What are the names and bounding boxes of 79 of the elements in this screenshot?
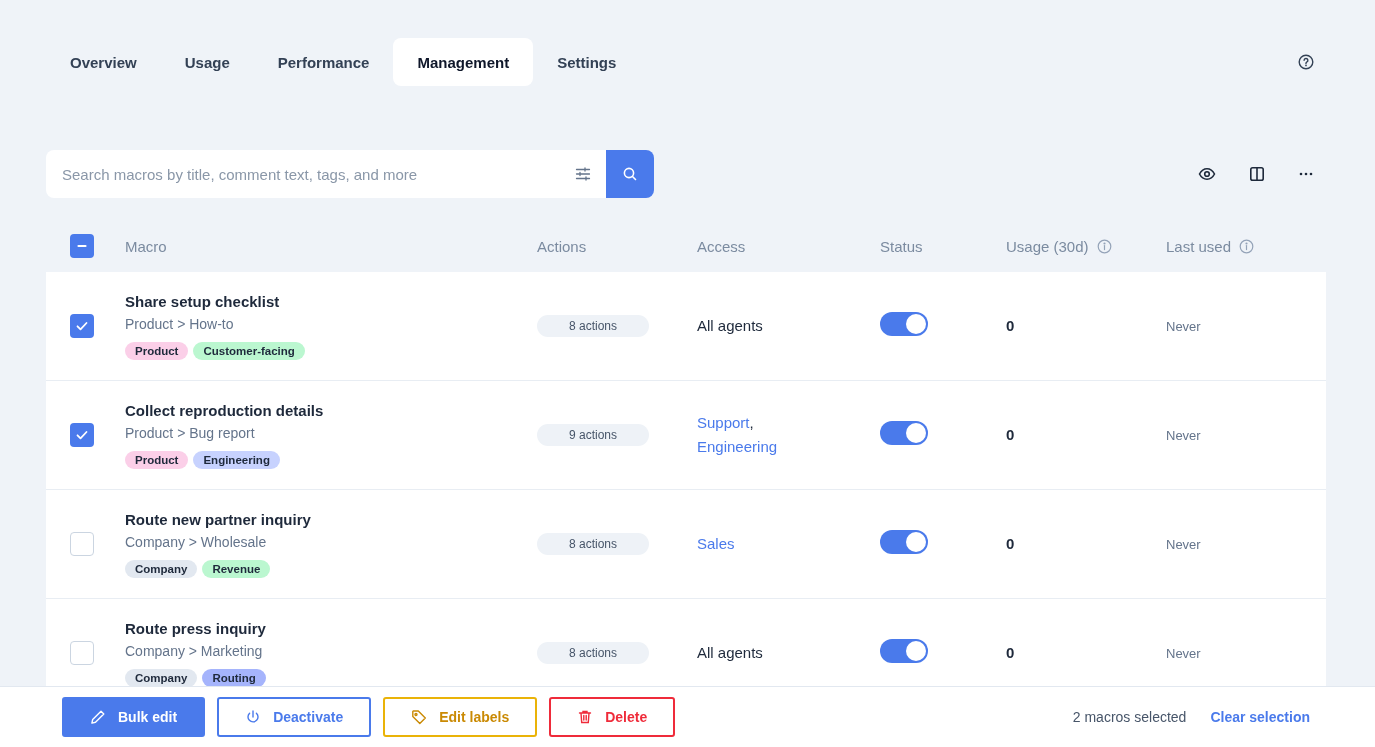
access-link[interactable]: Engineering bbox=[697, 435, 778, 459]
search-button[interactable] bbox=[606, 150, 654, 198]
info-icon[interactable] bbox=[1096, 238, 1112, 254]
macro-title: Route new partner inquiry bbox=[125, 510, 311, 528]
search-input[interactable]: Search macros by title, comment text, tags, and more bbox=[46, 165, 575, 183]
eye-icon[interactable] bbox=[1198, 165, 1216, 183]
macro-category: Company > Marketing bbox=[125, 642, 263, 659]
selection-count: 2 macros selected bbox=[1072, 709, 1187, 725]
tab[interactable]: Overview bbox=[46, 38, 161, 86]
macro-title: Share setup checklist bbox=[125, 292, 280, 310]
pencil-icon bbox=[90, 709, 106, 725]
macro-title: Collect reproduction details bbox=[125, 401, 324, 419]
tag: Product bbox=[125, 341, 189, 360]
tab[interactable]: Usage bbox=[160, 38, 254, 86]
row-checkbox[interactable] bbox=[70, 641, 94, 665]
tag: Engineering bbox=[193, 450, 280, 469]
column-header: Macro bbox=[125, 237, 167, 255]
search-field[interactable]: Search macros by title, comment text, tags, and more bbox=[46, 150, 606, 198]
table-row[interactable]: Route new partner inquiry Company > Wholesale Company Revenue 8 actions Sales 0 Never bbox=[46, 490, 1326, 599]
actions-count: 9 actions bbox=[537, 424, 649, 446]
bulk-action-button[interactable]: Delete bbox=[549, 697, 676, 737]
search-icon bbox=[623, 167, 637, 181]
column-header: Status bbox=[880, 237, 923, 255]
trash-icon bbox=[577, 709, 594, 725]
status-toggle[interactable] bbox=[880, 312, 928, 336]
info-icon[interactable] bbox=[1239, 238, 1255, 254]
macro-title: Route press inquiry bbox=[125, 619, 266, 637]
column-header: Last used bbox=[1166, 237, 1232, 255]
last-used: Never bbox=[1166, 428, 1201, 443]
select-all-checkbox[interactable] bbox=[70, 234, 94, 258]
bulk-action-button[interactable]: Deactivate bbox=[217, 697, 372, 737]
macro-category: Product > How-to bbox=[125, 315, 234, 332]
tab[interactable]: Performance bbox=[253, 38, 394, 86]
table-row[interactable]: Collect reproduction details Product > Bug report Product Engineering 9 actions Support, Engineering 0 Never bbox=[46, 381, 1326, 490]
last-used: Never bbox=[1166, 646, 1201, 661]
access-text: All agents bbox=[697, 316, 763, 336]
clear-selection-link[interactable]: Clear selection bbox=[1210, 709, 1310, 725]
column-header: Access bbox=[697, 237, 746, 255]
last-used: Never bbox=[1166, 537, 1201, 552]
access-link[interactable]: Support bbox=[697, 411, 750, 435]
last-used: Never bbox=[1166, 319, 1201, 334]
row-checkbox[interactable] bbox=[70, 532, 94, 556]
tab[interactable]: Management bbox=[393, 38, 534, 86]
tag: Routing bbox=[202, 668, 266, 686]
macro-category: Company > Wholesale bbox=[125, 533, 267, 550]
status-toggle[interactable] bbox=[880, 530, 928, 554]
check-icon bbox=[75, 319, 89, 333]
column-header: Actions bbox=[537, 237, 587, 255]
usage-count: 0 bbox=[1006, 426, 1015, 443]
table-row[interactable]: Route press inquiry Company > Marketing Company Routing 8 actions All agents 0 Never bbox=[46, 599, 1326, 686]
access-text: All agents bbox=[697, 643, 763, 663]
tag: Customer-facing bbox=[193, 341, 305, 360]
usage-count: 0 bbox=[1006, 644, 1015, 661]
actions-count: 8 actions bbox=[537, 533, 649, 555]
access-link[interactable]: Sales bbox=[697, 532, 735, 556]
filter-icon[interactable] bbox=[575, 166, 591, 182]
tag-icon bbox=[411, 709, 428, 725]
actions-count: 8 actions bbox=[537, 642, 649, 664]
status-toggle[interactable] bbox=[880, 639, 928, 663]
column-header: Usage (30d) bbox=[1006, 237, 1089, 255]
usage-count: 0 bbox=[1006, 535, 1015, 552]
tab[interactable]: Settings bbox=[533, 38, 641, 86]
tag: Product bbox=[125, 450, 189, 469]
help-icon[interactable] bbox=[1298, 54, 1314, 70]
status-toggle[interactable] bbox=[880, 421, 928, 445]
check-icon bbox=[75, 428, 89, 442]
row-checkbox[interactable] bbox=[70, 423, 94, 447]
row-checkbox[interactable] bbox=[70, 314, 94, 338]
bulk-action-button[interactable]: Bulk edit bbox=[62, 697, 206, 737]
tag: Company bbox=[125, 668, 198, 686]
power-icon bbox=[245, 709, 262, 725]
access-text: , bbox=[749, 413, 754, 433]
usage-count: 0 bbox=[1006, 317, 1015, 334]
tag: Company bbox=[125, 559, 198, 578]
actions-count: 8 actions bbox=[537, 315, 649, 337]
table-row[interactable]: Share setup checklist Product > How-to Product Customer-facing 8 actions All agents 0 Never bbox=[46, 272, 1326, 381]
columns-icon[interactable] bbox=[1249, 166, 1265, 182]
tag: Revenue bbox=[202, 559, 271, 578]
macro-category: Product > Bug report bbox=[125, 424, 255, 441]
